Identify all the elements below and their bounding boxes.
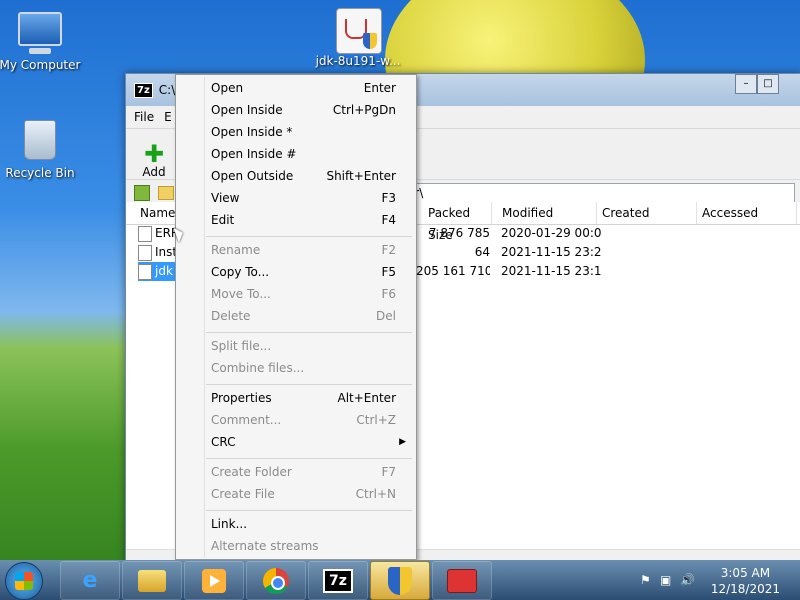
menu-item-delete[interactable]: Delete Del xyxy=(178,305,414,327)
taskbar-7zip[interactable]: 7z xyxy=(308,561,368,600)
network-icon[interactable]: ▣ xyxy=(660,573,671,587)
clock-date: 12/18/2021 xyxy=(710,582,780,596)
computer-icon xyxy=(18,12,62,56)
java-installer-icon xyxy=(336,8,382,54)
menu-item-open-inside-star[interactable]: Open Inside * xyxy=(178,121,414,143)
menu-item-open-inside-hash[interactable]: Open Inside # xyxy=(178,143,414,165)
taskbar-explorer[interactable] xyxy=(122,561,182,600)
menu-item-rename[interactable]: Rename F2 xyxy=(178,239,414,261)
menu-separator xyxy=(206,332,412,333)
packed-size: 64 xyxy=(474,245,490,259)
menu-item-comment[interactable]: Comment... Ctrl+Z xyxy=(178,409,414,431)
address-input[interactable]: rar\ xyxy=(396,183,795,203)
media-player-icon xyxy=(202,568,226,593)
internet-explorer-icon: e xyxy=(82,568,98,593)
modified-date: 2020-01-29 00:08 xyxy=(501,226,601,240)
action-center-flag-icon[interactable]: ⚑ xyxy=(640,573,651,587)
modified-date: 2021-11-15 23:18 xyxy=(501,264,601,278)
chrome-icon xyxy=(263,567,289,594)
folder-icon[interactable] xyxy=(158,186,174,200)
menu-item-open-outside[interactable]: Open Outside Shift+Enter xyxy=(178,165,414,187)
desktop-icon-recycle-bin[interactable]: Recycle Bin xyxy=(0,120,85,180)
file-name: jdk xyxy=(155,264,173,278)
file-icon xyxy=(138,263,152,280)
context-menu: Open Enter Open Inside Ctrl+PgDn Open Insi… xyxy=(175,74,417,560)
clock[interactable]: 3:05 AM 12/18/2021 xyxy=(711,565,780,597)
recycle-bin-icon xyxy=(18,120,62,164)
column-name[interactable]: Name xyxy=(134,202,181,224)
menu-separator xyxy=(206,510,412,511)
clock-time: 3:05 AM xyxy=(720,566,771,580)
column-modified[interactable]: Modified xyxy=(496,202,597,224)
packed-size: 205 161 710 xyxy=(416,264,490,278)
windows-logo-icon xyxy=(15,572,33,590)
menu-item-alternate-streams[interactable]: Alternate streams xyxy=(178,535,414,557)
menu-item-combine-files[interactable]: Combine files... xyxy=(178,357,414,379)
modified-date: 2021-11-15 23:25 xyxy=(501,245,601,259)
maximize-button[interactable]: □ xyxy=(757,74,779,94)
menu-item-crc[interactable]: CRC ▶ xyxy=(178,431,414,453)
volume-icon[interactable]: 🔊 xyxy=(680,573,695,587)
menu-item-create-folder[interactable]: Create Folder F7 xyxy=(178,461,414,483)
taskbar: e 7z ⚑ ▣ 🔊 3:05 AM 12/18/2021 xyxy=(0,560,800,600)
desktop-icon-label: jdk-8u191-w... xyxy=(315,54,401,68)
menu-item-link[interactable]: Link... xyxy=(178,513,414,535)
menu-item-edit[interactable]: Edit F4 xyxy=(178,209,414,231)
menu-item-open-inside[interactable]: Open Inside Ctrl+PgDn xyxy=(178,99,414,121)
add-button-label: Add xyxy=(142,165,166,179)
desktop-icon-my-computer[interactable]: My Computer xyxy=(0,12,85,72)
submenu-arrow-icon: ▶ xyxy=(399,437,406,447)
menu-edit[interactable]: E xyxy=(164,110,172,124)
menu-separator xyxy=(206,236,412,237)
menu-separator xyxy=(206,384,412,385)
taskbar-installer[interactable] xyxy=(370,561,430,600)
taskbar-chrome[interactable] xyxy=(246,561,306,600)
file-icon xyxy=(138,225,152,242)
menu-item-view[interactable]: View F3 xyxy=(178,187,414,209)
column-created[interactable]: Created xyxy=(596,202,697,224)
file-icon xyxy=(138,244,152,261)
taskbar-media-player[interactable] xyxy=(184,561,244,600)
menu-separator xyxy=(206,458,412,459)
desktop-icon-label: My Computer xyxy=(0,58,81,72)
taskbar-internet-explorer[interactable]: e xyxy=(60,561,120,600)
menu-item-move-to[interactable]: Move To... F6 xyxy=(178,283,414,305)
explorer-icon xyxy=(138,569,166,592)
up-folder-icon[interactable] xyxy=(134,185,150,201)
minimize-button[interactable]: – xyxy=(735,74,757,94)
menu-file[interactable]: File xyxy=(134,110,154,124)
sevenzip-app-icon: 7z xyxy=(134,82,153,98)
system-tray: ⚑ ▣ 🔊 3:05 AM 12/18/2021 xyxy=(620,560,800,600)
installer-shield-icon xyxy=(388,566,412,595)
toolbox-icon xyxy=(447,568,477,593)
desktop-icon-jdk-installer[interactable]: jdk-8u191-w... xyxy=(313,8,403,68)
taskbar-toolbox[interactable] xyxy=(432,561,492,600)
packed-size: 7 876 785 xyxy=(428,226,490,240)
add-button[interactable]: ✚ Add xyxy=(136,140,172,179)
start-button[interactable] xyxy=(5,562,43,600)
sevenzip-taskbar-label: 7z xyxy=(323,568,353,593)
desktop-icon-label: Recycle Bin xyxy=(5,166,75,180)
menu-item-open[interactable]: Open Enter xyxy=(178,77,414,99)
menu-item-properties[interactable]: Properties Alt+Enter xyxy=(178,387,414,409)
menu-item-copy-to[interactable]: Copy To... F5 xyxy=(178,261,414,283)
column-packed-size[interactable]: Packed Size xyxy=(422,202,492,242)
menu-item-create-file[interactable]: Create File Ctrl+N xyxy=(178,483,414,505)
column-accessed[interactable]: Accessed xyxy=(696,202,797,224)
menu-item-split-file[interactable]: Split file... xyxy=(178,335,414,357)
plus-icon: ✚ xyxy=(143,140,165,168)
file-name: Inst xyxy=(155,245,176,259)
